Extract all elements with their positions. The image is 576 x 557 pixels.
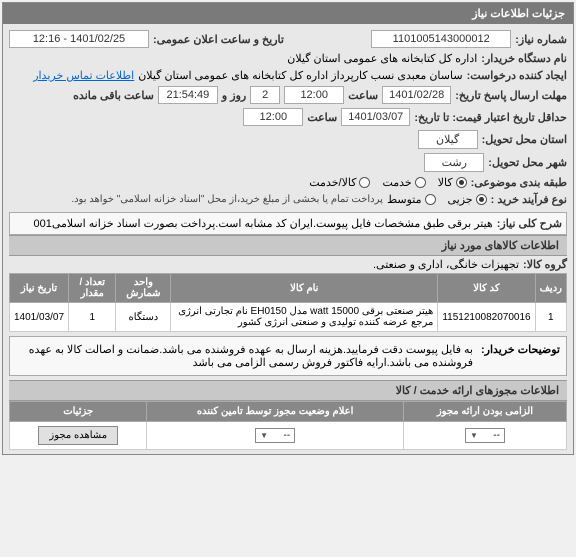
category-radio-group: کالا خدمت کالا/خدمت	[309, 176, 466, 189]
radio-label-petty: جزیی	[448, 193, 473, 206]
status-select-value: --	[284, 430, 291, 441]
radio-label-both: کالا/خدمت	[309, 176, 356, 189]
row-validity: حداقل تاریخ اعتبار قیمت: تا تاریخ: 1401/…	[9, 106, 567, 128]
need-no-value: 1101005143000012	[371, 30, 511, 48]
remain-label: ساعت باقی مانده	[73, 89, 154, 102]
row-city: شهر محل تحویل: رشت	[9, 151, 567, 174]
permit-section-title: اطلاعات مجوزهای ارائه خدمت / کالا	[9, 380, 567, 401]
contact-link[interactable]: اطلاعات تماس خریدار	[33, 69, 134, 82]
chevron-down-icon-2: ▼	[260, 431, 268, 440]
buyer-label: نام دستگاه خریدار:	[481, 52, 567, 65]
days-left: 2	[250, 86, 280, 104]
cell-idx: 1	[535, 303, 566, 332]
row-process: نوع فرآیند خرید : جزیی متوسط پرداخت تمام…	[9, 191, 567, 208]
th-code: کد کالا	[438, 274, 535, 303]
panel-title: جزئیات اطلاعات نیاز	[3, 3, 573, 24]
need-no-label: شماره نیاز:	[515, 33, 567, 46]
panel-body: شماره نیاز: 1101005143000012 تاریخ و ساع…	[3, 24, 573, 454]
process-radio-group: جزیی متوسط	[387, 193, 487, 206]
view-permit-button[interactable]: مشاهده مجوز	[38, 426, 118, 445]
row-summary: شرح کلی نیاز: هیتر برقی طبق مشخصات فایل …	[9, 212, 567, 235]
details-panel: جزئیات اطلاعات نیاز شماره نیاز: 11010051…	[2, 2, 574, 455]
radio-both[interactable]: کالا/خدمت	[309, 176, 370, 189]
row-category: طبقه بندی موضوعی: کالا خدمت کالا/خدمت	[9, 174, 567, 191]
time-label-2: ساعت	[307, 111, 337, 124]
remain-time: 21:54:49	[158, 86, 218, 104]
requester-name: ساسان معبدی نسب کارپرداز اداره کل کتابخا…	[138, 69, 462, 82]
cell-date: 1401/03/07	[10, 303, 69, 332]
time-label-1: ساعت	[348, 89, 378, 102]
th-status: اعلام وضعیت مجوز توسط تامین کننده	[147, 402, 404, 422]
th-details: جزئیات	[10, 402, 147, 422]
group-label: گروه کالا:	[523, 258, 567, 271]
radio-circle-goods	[456, 177, 467, 188]
mandatory-select-value: --	[493, 430, 500, 441]
radio-label-medium: متوسط	[387, 193, 422, 206]
summary-label: شرح کلی نیاز:	[497, 217, 562, 230]
row-group: گروه کالا: تجهیزات خانگی، اداری و صنعتی.	[9, 256, 567, 273]
status-select[interactable]: -- ▼	[255, 428, 295, 443]
th-mandatory: الزامی بودن ارائه مجوز	[403, 402, 566, 422]
status-header-row: الزامی بودن ارائه مجوز اعلام وضعیت مجوز …	[10, 402, 567, 422]
radio-medium[interactable]: متوسط	[387, 193, 436, 206]
cell-details: مشاهده مجوز	[10, 422, 147, 450]
city-value: رشت	[424, 153, 484, 172]
th-qty: تعداد / مقدار	[69, 274, 116, 303]
cell-code: 1151210082070016	[438, 303, 535, 332]
radio-label-goods: کالا	[438, 176, 453, 189]
group-value: تجهیزات خانگی، اداری و صنعتی.	[373, 258, 519, 271]
province-label: استان محل تحویل:	[482, 133, 567, 146]
buyer-note-label: توضیحات خریدار:	[481, 343, 560, 369]
radio-circle-both	[359, 177, 370, 188]
radio-petty[interactable]: جزیی	[448, 193, 487, 206]
buyer-name: اداره کل کتابخانه های عمومی استان گیلان	[287, 52, 477, 65]
announce-value: 1401/02/25 - 12:16	[9, 30, 149, 48]
row-buyer: نام دستگاه خریدار: اداره کل کتابخانه های…	[9, 50, 567, 67]
radio-circle-service	[415, 177, 426, 188]
goods-table-header-row: ردیف کد کالا نام کالا واحد شمارش تعداد /…	[10, 274, 567, 303]
buyer-note-box: توضیحات خریدار: به فایل پیوست دقت فرمایی…	[9, 336, 567, 376]
row-province: استان محل تحویل: گیلان	[9, 128, 567, 151]
goods-table: ردیف کد کالا نام کالا واحد شمارش تعداد /…	[9, 273, 567, 332]
deadline-date: 1401/02/28	[382, 86, 451, 104]
province-value: گیلان	[418, 130, 478, 149]
th-name: نام کالا	[171, 274, 438, 303]
chevron-down-icon: ▼	[470, 431, 478, 440]
radio-label-service: خدمت	[382, 176, 411, 189]
status-row: -- ▼ -- ▼ مشاهده مجوز	[10, 422, 567, 450]
th-date: تاریخ نیاز	[10, 274, 69, 303]
process-label: نوع فرآیند خرید :	[491, 193, 567, 206]
buyer-note-text: به فایل پیوست دقت فرمایید.هزینه ارسال به…	[16, 343, 473, 369]
process-note: پرداخت تمام یا بخشی از مبلغ خرید،از محل …	[71, 194, 383, 205]
radio-goods[interactable]: کالا	[438, 176, 467, 189]
row-requester: ایجاد کننده درخواست: ساسان معبدی نسب کار…	[9, 67, 567, 84]
valid-time: 12:00	[243, 108, 303, 126]
deadline-time: 12:00	[284, 86, 344, 104]
cell-name: هیتر صنعتی برقی 15000 watt مدل EH0150 نا…	[171, 303, 438, 332]
valid-date: 1401/03/07	[341, 108, 410, 126]
city-label: شهر محل تحویل:	[488, 156, 567, 169]
th-unit: واحد شمارش	[116, 274, 171, 303]
requester-label: ایجاد کننده درخواست:	[467, 69, 567, 82]
th-idx: ردیف	[535, 274, 566, 303]
radio-service[interactable]: خدمت	[382, 176, 425, 189]
summary-text: هیتر برقی طبق مشخصات فایل پیوست.ایران کد…	[33, 217, 492, 230]
status-table: الزامی بودن ارائه مجوز اعلام وضعیت مجوز …	[9, 401, 567, 450]
cell-status: -- ▼	[147, 422, 404, 450]
row-need-no: شماره نیاز: 1101005143000012 تاریخ و ساع…	[9, 28, 567, 50]
row-deadline: مهلت ارسال پاسخ تاریخ: 1401/02/28 ساعت 1…	[9, 84, 567, 106]
deadline-label: مهلت ارسال پاسخ تاریخ:	[455, 89, 567, 102]
mandatory-select[interactable]: -- ▼	[465, 428, 505, 443]
day-label: روز و	[222, 89, 246, 102]
radio-circle-petty	[476, 194, 487, 205]
goods-section-title: اطلاعات کالاهای مورد نیاز	[9, 235, 567, 256]
valid-label: حداقل تاریخ اعتبار قیمت: تا تاریخ:	[414, 111, 567, 124]
cell-unit: دستگاه	[116, 303, 171, 332]
table-row: 1 1151210082070016 هیتر صنعتی برقی 15000…	[10, 303, 567, 332]
radio-circle-medium	[425, 194, 436, 205]
category-label: طبقه بندی موضوعی:	[471, 176, 567, 189]
cell-qty: 1	[69, 303, 116, 332]
cell-mandatory: -- ▼	[403, 422, 566, 450]
announce-label: تاریخ و ساعت اعلان عمومی:	[153, 33, 284, 46]
